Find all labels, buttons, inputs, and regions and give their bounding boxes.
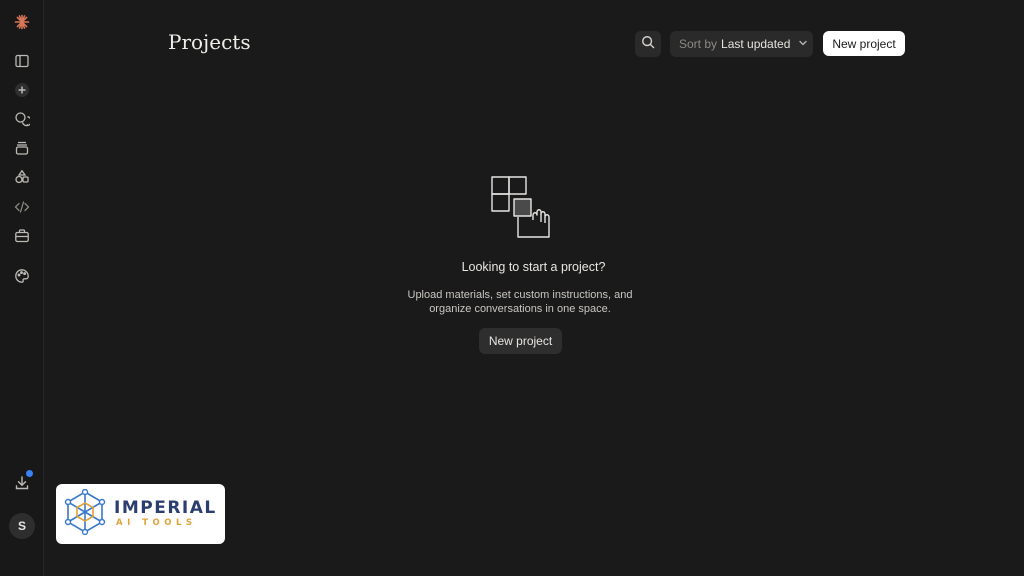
empty-state-illustration-icon bbox=[488, 173, 556, 241]
page-title: Projects bbox=[168, 30, 251, 54]
chats-icon[interactable] bbox=[8, 105, 36, 133]
chevron-down-icon bbox=[794, 37, 808, 51]
notification-dot bbox=[26, 470, 33, 477]
hexagon-network-icon bbox=[64, 488, 106, 540]
watermark-logo: IMPERIAL AI TOOLS bbox=[56, 484, 225, 544]
watermark-text: IMPERIAL AI TOOLS bbox=[114, 499, 217, 529]
download-icon[interactable] bbox=[8, 469, 36, 497]
sort-prefix-label: Sort by bbox=[679, 37, 718, 51]
sort-dropdown[interactable]: Sort by Last updated bbox=[670, 31, 813, 57]
briefcase-icon[interactable] bbox=[8, 222, 36, 250]
new-project-button[interactable]: New project bbox=[823, 31, 905, 56]
watermark-line1: IMPERIAL bbox=[114, 498, 217, 518]
sort-value-label: Last updated bbox=[721, 37, 791, 51]
app-logo-icon[interactable] bbox=[8, 8, 36, 36]
watermark-line2: AI TOOLS bbox=[116, 518, 197, 528]
empty-state-description: Upload materials, set custom instruction… bbox=[407, 289, 633, 315]
code-icon[interactable] bbox=[8, 193, 36, 221]
new-chat-icon[interactable] bbox=[8, 76, 36, 104]
sidebar: S bbox=[0, 0, 44, 576]
projects-icon[interactable] bbox=[8, 134, 36, 162]
empty-state-new-project-button[interactable]: New project bbox=[479, 328, 562, 354]
search-icon bbox=[641, 35, 655, 54]
artifacts-icon[interactable] bbox=[8, 163, 36, 191]
search-button[interactable] bbox=[635, 31, 661, 57]
avatar[interactable]: S bbox=[9, 513, 35, 539]
empty-state-title: Looking to start a project? bbox=[461, 260, 606, 274]
toggle-sidebar-icon[interactable] bbox=[8, 47, 36, 75]
